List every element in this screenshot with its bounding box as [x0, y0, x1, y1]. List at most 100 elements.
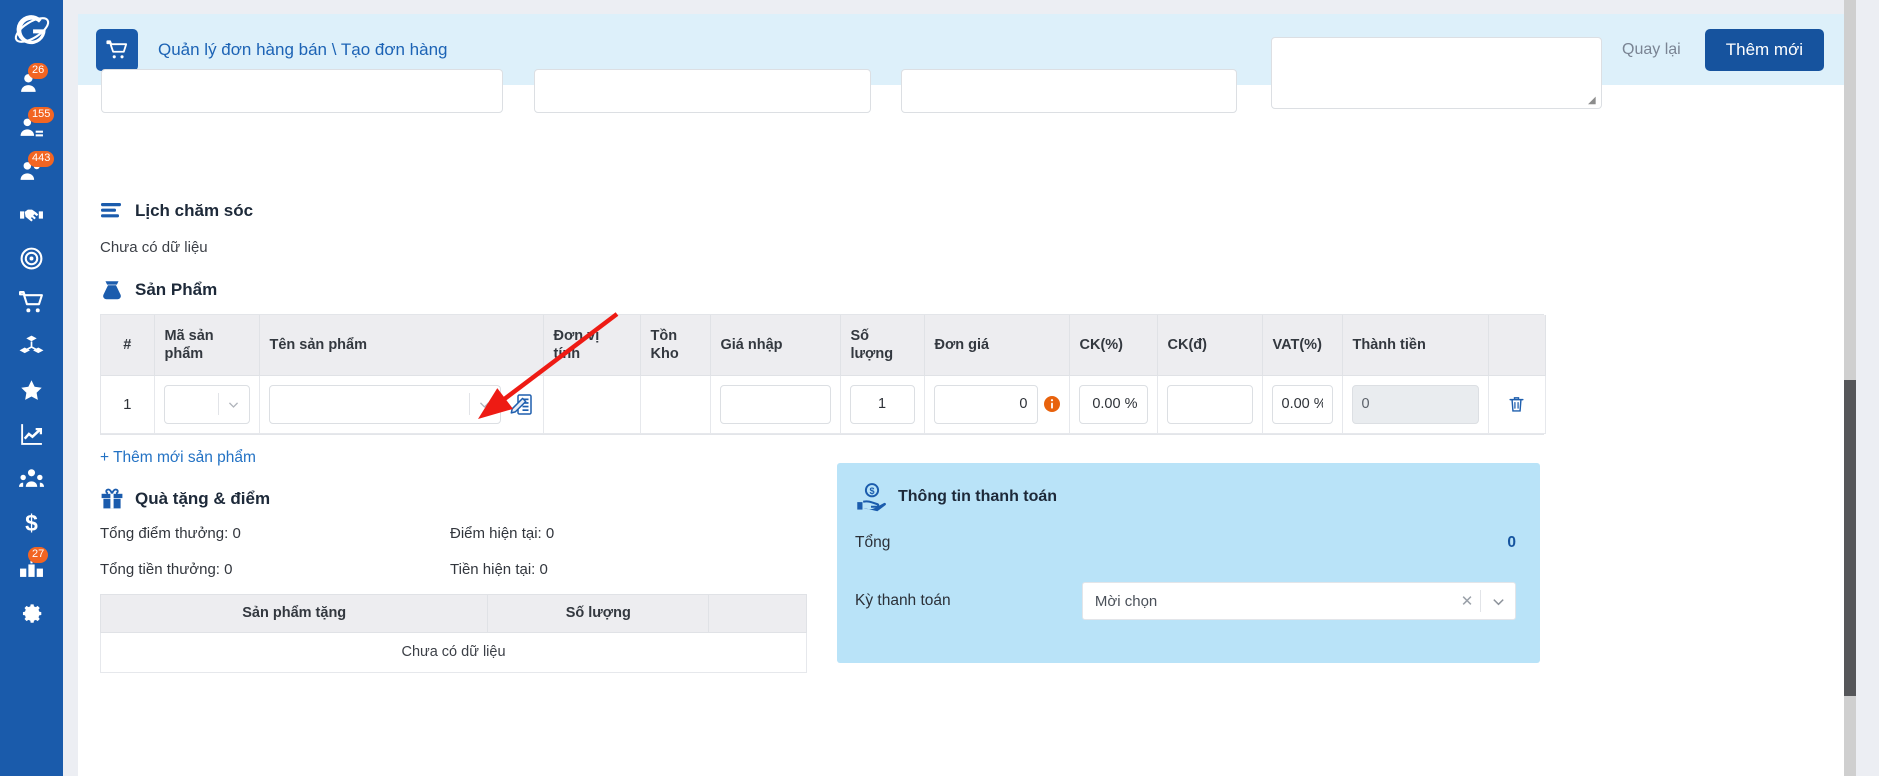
sidebar-item-employees[interactable]: [0, 456, 63, 500]
payment-panel: $ Thông tin thanh toán Tổng 0 Kỳ thanh t…: [837, 463, 1540, 663]
line-total-input: [1351, 384, 1479, 424]
sidebar-item-favorites[interactable]: [0, 368, 63, 412]
edit-note-icon[interactable]: [510, 392, 534, 417]
sidebar-item-marketing[interactable]: 27: [0, 544, 63, 588]
app-root: 26 155 443 $ 27 Quản lý đơn hàng bán \ T…: [0, 0, 1879, 776]
sidebar-item-target[interactable]: [0, 236, 63, 280]
gift-products-table: Sản phẩm tặng Số lượng Chưa có dữ liệu: [99, 593, 807, 673]
payment-total-value: 0: [1507, 534, 1516, 551]
info-warning-icon[interactable]: [1043, 396, 1060, 412]
cell-product-code: [154, 375, 260, 434]
resize-grip-icon[interactable]: ◢: [1588, 96, 1598, 106]
current-money: Tiền hiện tại: 0: [450, 560, 548, 578]
handshake-icon: [20, 209, 43, 221]
cell-unit: [543, 375, 641, 434]
col-line-total: Thành tiền: [1342, 315, 1489, 376]
unit-price-input[interactable]: [933, 384, 1038, 424]
orbit-logo-icon: [14, 15, 49, 45]
sidebar-item-contacts[interactable]: 155: [0, 104, 63, 148]
star-icon: [21, 379, 42, 400]
top-form-row: ◢: [78, 37, 1846, 137]
gift-table-empty: Chưa có dữ liệu: [100, 631, 807, 673]
cell-discount-amount: [1157, 375, 1263, 434]
vat-percent-input[interactable]: [1271, 384, 1333, 424]
quantity-input[interactable]: [849, 384, 915, 424]
right-gutter: [1856, 0, 1879, 776]
products-label: Sản Phẩm: [135, 280, 218, 299]
svg-text:$: $: [25, 510, 38, 535]
gifts-label: Quà tặng & điểm: [135, 488, 271, 508]
page-scrollbar-thumb[interactable]: [1844, 380, 1856, 696]
total-bonus-money: Tổng tiền thưởng: 0: [100, 560, 233, 578]
chevron-down-icon[interactable]: [470, 398, 500, 411]
payment-period-select[interactable]: Mời chọn ✕: [1081, 582, 1516, 620]
products-section: Sản Phẩm # Mã sản phẩm Tên sản phẩm Đơn …: [78, 278, 1846, 467]
dollar-icon: $: [25, 510, 38, 535]
clear-x-icon[interactable]: ✕: [1454, 592, 1480, 610]
bag-icon: [103, 281, 121, 300]
sidebar-item-customers-care[interactable]: 26: [0, 60, 63, 104]
people-icon: [19, 468, 44, 487]
current-points: Điểm hiện tại: 0: [450, 524, 555, 542]
cell-product-name: [259, 375, 544, 434]
top-field-3[interactable]: [901, 69, 1237, 113]
top-field-2[interactable]: [534, 69, 871, 113]
sidebar-item-deals[interactable]: [0, 192, 63, 236]
cell-vat-percent: [1262, 375, 1343, 434]
back-button[interactable]: Quay lại: [1618, 35, 1685, 65]
products-table: # Mã sản phẩm Tên sản phẩm Đơn vị tính T…: [101, 315, 1546, 434]
sidebar-item-finance[interactable]: $: [0, 500, 63, 544]
gear-icon: [22, 603, 42, 623]
sidebar-item-orders[interactable]: [0, 280, 63, 324]
payment-total-row: Tổng 0: [855, 534, 1516, 552]
page-scrollbar-track[interactable]: [1844, 0, 1856, 776]
top-field-1[interactable]: [101, 69, 503, 113]
cart-icon: [19, 290, 43, 312]
col-product-name: Tên sản phẩm: [259, 315, 544, 376]
target-icon: [20, 247, 43, 269]
discount-amount-input[interactable]: [1166, 384, 1253, 424]
sidebar-item-inventory[interactable]: [0, 324, 63, 368]
cell-line-total: [1342, 375, 1489, 434]
add-new-button[interactable]: Thêm mới: [1704, 28, 1824, 71]
page-icon-box: [96, 28, 138, 71]
sidebar-item-reports[interactable]: [0, 412, 63, 456]
chevron-down-icon[interactable]: [1481, 594, 1515, 609]
boxes-icon: [19, 335, 44, 353]
cell-actions: [1488, 375, 1546, 434]
discount-percent-input[interactable]: [1078, 384, 1148, 424]
sidebar-badge: 26: [28, 63, 49, 79]
unit-price-wrap: [933, 384, 1060, 424]
payment-period-row: Kỳ thanh toán Mời chọn ✕: [855, 582, 1516, 620]
col-discount-percent: CK(%): [1069, 315, 1158, 376]
trash-icon[interactable]: [1507, 394, 1526, 414]
header-actions: Quay lại Thêm mới: [1618, 28, 1824, 71]
gift-table-header-row: Sản phẩm tặng Số lượng: [99, 593, 807, 633]
chevron-down-icon[interactable]: [219, 398, 249, 411]
products-table-header-row: # Mã sản phẩm Tên sản phẩm Đơn vị tính T…: [101, 315, 1546, 376]
care-history-empty: Chưa có dữ liệu: [100, 239, 208, 256]
cart-icon: [106, 39, 128, 58]
cell-import-price: [710, 375, 841, 434]
product-code-select[interactable]: [163, 384, 250, 424]
import-price-input[interactable]: [719, 384, 831, 424]
payment-title-label: Thông tin thanh toán: [898, 488, 1058, 505]
col-gift-actions: [708, 593, 807, 633]
money-hand-icon: $: [857, 483, 886, 512]
cell-stock: [640, 375, 711, 434]
col-gift-quantity: Số lượng: [487, 593, 710, 633]
sidebar-badge: 443: [28, 151, 55, 167]
gift-icon: [101, 488, 123, 508]
sidebar-item-leads[interactable]: 443: [0, 148, 63, 192]
sidebar-item-settings[interactable]: [0, 588, 63, 632]
main-content: Quản lý đơn hàng bán \ Tạo đơn hàng Quay…: [63, 0, 1856, 776]
col-gift-product: Sản phẩm tặng: [99, 593, 489, 633]
care-history-label: Lịch chăm sóc: [135, 201, 254, 220]
app-logo[interactable]: [0, 0, 63, 60]
col-quantity: Số lượng: [840, 315, 925, 376]
top-note-textarea[interactable]: ◢: [1271, 37, 1602, 109]
row-index: 1: [101, 375, 155, 434]
add-product-link[interactable]: + Thêm mới sản phẩm: [100, 449, 256, 467]
svg-text:$: $: [869, 486, 874, 496]
product-name-select[interactable]: [268, 384, 501, 424]
